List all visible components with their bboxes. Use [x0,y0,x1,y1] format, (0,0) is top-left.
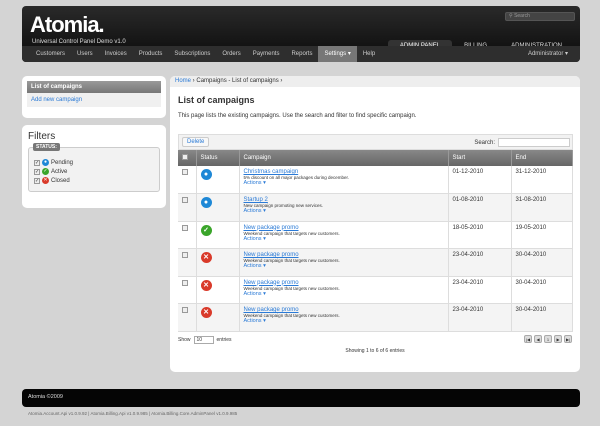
actions-dropdown[interactable]: Actions ▾ [244,263,444,269]
status-legend: STATUS: [33,143,60,151]
table-row: ✕ New package promo Weekend campaign tha… [178,248,573,277]
table-row: ✕ New package promo Weekend campaign tha… [178,276,573,304]
nav-payments[interactable]: Payments [247,46,286,62]
pending-icon: ● [42,159,49,166]
nav-users[interactable]: Users [71,46,99,62]
user-menu[interactable]: Administrator ▾ [522,46,574,62]
nav-subscriptions[interactable]: Subscriptions [168,46,216,62]
current-page-button[interactable]: 1 [544,335,552,343]
end-date: 30-04-2010 [511,303,573,332]
col-start[interactable]: Start [448,150,512,166]
start-date: 01-12-2010 [448,166,512,194]
nav-customers[interactable]: Customers [30,46,71,62]
row-checkbox[interactable] [182,307,188,313]
pending-icon: ● [200,197,212,208]
nav-settings[interactable]: Settings ▾ [318,46,357,62]
start-date: 01-08-2010 [448,193,512,222]
nav-invoices[interactable]: Invoices [99,46,133,62]
last-page-button[interactable]: ▶| [564,335,572,343]
table-row: ● Christmas campaign 5% discount on all … [178,166,573,194]
select-all-checkbox[interactable] [182,154,188,160]
row-checkbox[interactable] [182,279,188,286]
actions-dropdown[interactable]: Actions ▾ [244,180,444,186]
end-date: 31-08-2010 [511,193,573,222]
pagination: |◀ ◀ 1 ▶ ▶| [524,335,572,343]
footer-bar: Atomia ©2009 [22,389,580,407]
filter-label: Active [51,168,68,175]
campaigns-table: Status Campaign Start End ● Christmas ca… [178,150,573,332]
search-input[interactable]: ⚲ Search [505,12,575,21]
start-date: 18-05-2010 [448,221,512,249]
row-checkbox[interactable] [182,224,188,231]
table-row: ✓ New package promo Weekend campaign tha… [178,221,573,249]
main-nav: Customers Users Invoices Products Subscr… [22,46,580,62]
table-row: ✕ New package promo Weekend campaign tha… [178,303,573,332]
table-row: ● Startup 2 New campaign promoting new s… [178,193,573,222]
close-icon: ✕ [200,279,212,291]
nav-reports[interactable]: Reports [285,46,318,62]
close-icon: ✕ [200,252,212,263]
breadcrumb: Home › Campaigns - List of campaigns › [170,76,580,87]
version-info: Atomia.Account.Api v1.0.9.92 | Atomia.Bi… [28,411,238,416]
breadcrumb-current: Campaigns - List of campaigns › [196,78,283,84]
check-icon: ✓ [42,168,49,175]
header: Atomia. Universal Control Panel Demo v1.… [22,6,580,62]
pending-icon: ● [200,169,212,180]
end-date: 31-12-2010 [511,166,573,194]
actions-dropdown[interactable]: Actions ▾ [244,208,444,214]
start-date: 23-04-2010 [448,303,512,332]
page-description: This page lists the existing campaigns. … [178,113,417,119]
row-checkbox[interactable] [182,169,188,175]
check-icon: ✓ [200,224,212,236]
filters-title: Filters [28,131,56,142]
show-label: Show [178,337,191,343]
actions-dropdown[interactable]: Actions ▾ [244,318,444,324]
row-checkbox[interactable] [182,197,188,203]
next-page-button[interactable]: ▶ [554,335,562,343]
filters-panel: Filters STATUS: ✓ ● Pending ✓ ✓ Active ✓ ✕ Clo… [22,125,166,208]
start-date: 23-04-2010 [448,276,512,304]
close-icon: ✕ [42,177,49,184]
copyright: Atomia ©2009 [28,394,63,400]
col-campaign[interactable]: Campaign [239,150,449,166]
end-date: 30-04-2010 [511,248,573,277]
page-title: List of campaigns [178,95,255,105]
sidebar-item-add-campaign[interactable]: Add new campaign [27,93,161,107]
col-end[interactable]: End [511,150,573,166]
filter-pending-checkbox[interactable]: ✓ [34,159,40,166]
filter-closed-checkbox[interactable]: ✓ [34,177,40,184]
nav-help[interactable]: Help [357,46,381,62]
entries-label: entries [216,337,232,343]
breadcrumb-home[interactable]: Home [175,78,191,84]
row-checkbox[interactable] [182,252,188,258]
sidebar-menu: List of campaigns Add new campaign [22,76,166,118]
page-size: Show 10 entries [178,336,232,344]
delete-button[interactable]: Delete [182,137,210,147]
filter-label: Pending [51,159,74,166]
close-icon: ✕ [200,307,212,318]
end-date: 19-05-2010 [511,221,573,249]
nav-orders[interactable]: Orders [216,46,246,62]
first-page-button[interactable]: |◀ [524,335,532,343]
subtitle: Universal Control Panel Demo v1.0 [32,39,126,45]
search-label: Search: [474,139,495,146]
start-date: 23-04-2010 [448,248,512,277]
actions-dropdown[interactable]: Actions ▾ [244,236,444,242]
actions-dropdown[interactable]: Actions ▾ [244,291,444,297]
prev-page-button[interactable]: ◀ [534,335,542,343]
page-size-select[interactable]: 10 [193,336,214,344]
table-info: Showing 1 to 6 of 6 entries [345,348,405,354]
sidebar-item-list-campaigns[interactable]: List of campaigns [27,81,161,93]
end-date: 30-04-2010 [511,276,573,304]
main-content: Home › Campaigns - List of campaigns › L… [170,76,580,372]
nav-products[interactable]: Products [133,46,169,62]
filter-label: Closed [51,177,70,184]
table-toolbar: Delete Search: [178,134,573,150]
filter-active-checkbox[interactable]: ✓ [34,168,40,175]
logo: Atomia. [30,12,105,37]
table-search-input[interactable] [498,138,570,147]
col-status[interactable]: Status [196,150,240,166]
